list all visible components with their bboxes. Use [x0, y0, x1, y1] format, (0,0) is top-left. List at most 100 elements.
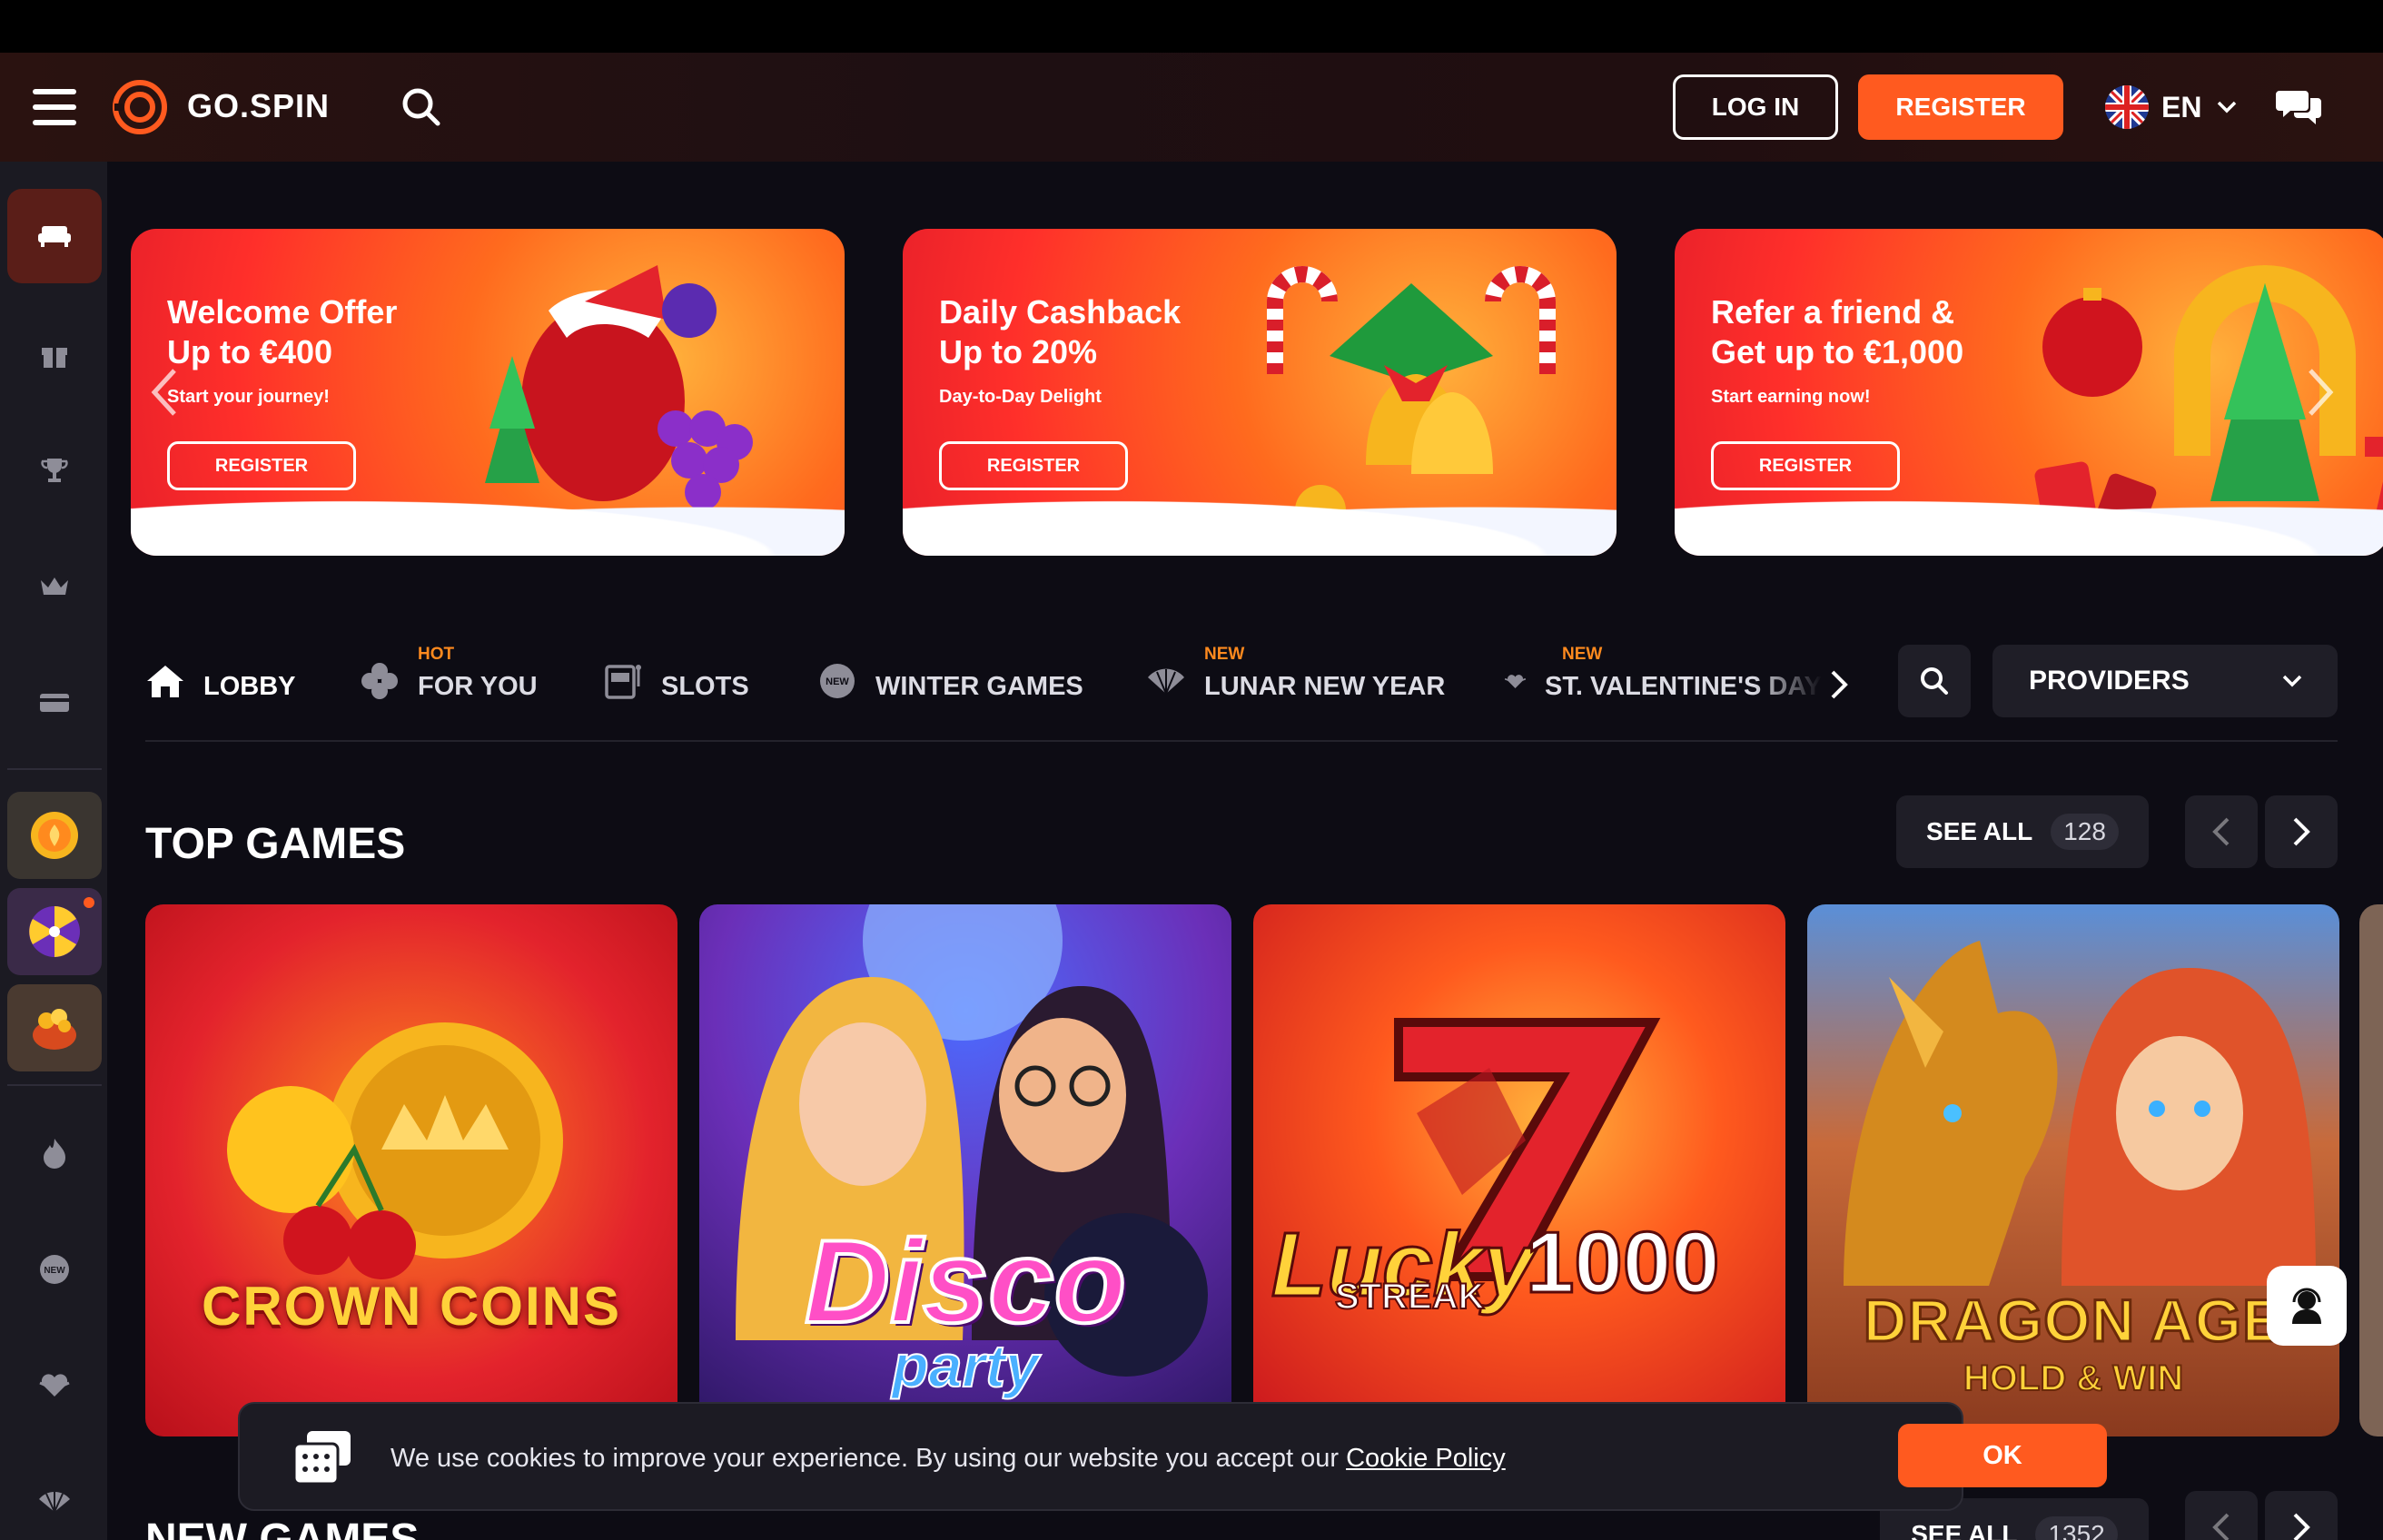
tab-st-valentines-day[interactable]: NEW ST. VALENTINE'S DAY: [1504, 645, 1822, 717]
notification-dot: [84, 897, 94, 908]
tab-slots[interactable]: SLOTS: [603, 645, 749, 717]
chevron-right-icon[interactable]: [2301, 365, 2338, 420]
chevron-left-icon: [2212, 1513, 2230, 1540]
cookie-policy-link[interactable]: Cookie Policy: [1346, 1444, 1506, 1473]
chevron-down-icon: [2218, 101, 2237, 114]
sidebar-item-coin-promo[interactable]: [7, 792, 102, 879]
slot-machine-icon: [605, 665, 641, 699]
sidebar-item-payments[interactable]: [7, 656, 102, 750]
next-button[interactable]: [2265, 1491, 2338, 1540]
tab-for-you[interactable]: HOT FOR YOU: [360, 645, 538, 717]
banner-register-button[interactable]: REGISTER: [939, 441, 1128, 490]
sidebar-divider: [7, 1084, 102, 1086]
promo-banner-refer[interactable]: Refer a friend & Get up to €1,000 Start e…: [1675, 229, 2383, 556]
cookie-ok-button[interactable]: OK: [1898, 1424, 2107, 1487]
chevron-down-icon: [2282, 675, 2302, 687]
sidebar-item-tournaments[interactable]: [7, 423, 102, 518]
support-button[interactable]: [2267, 1266, 2347, 1346]
tab-lunar-new-year[interactable]: NEW LUNAR NEW YEAR: [1146, 645, 1445, 717]
game-card[interactable]: CROWN COINS: [145, 904, 677, 1436]
svg-text:NEW: NEW: [826, 676, 849, 687]
game-title: CROWN COINS: [202, 1276, 621, 1337]
sidebar-item-valentines[interactable]: [7, 1338, 102, 1433]
search-icon: [1921, 667, 1948, 695]
tag-hot: HOT: [418, 645, 455, 664]
sidebar-item-vip[interactable]: [7, 539, 102, 634]
prev-button[interactable]: [2185, 1491, 2258, 1540]
game-tagline: STREAK: [1334, 1276, 1485, 1318]
cookie-text: We use cookies to improve your experienc…: [391, 1444, 1506, 1473]
game-card[interactable]: Lucky 1000 STREAK: [1253, 904, 1785, 1436]
game-card[interactable]: Disco party: [699, 904, 1231, 1436]
banner-subtitle: Day-to-Day Delight: [939, 387, 1102, 407]
sidebar-item-hot[interactable]: [7, 1106, 102, 1200]
game-card-peek[interactable]: [2359, 904, 2383, 1436]
new-icon: NEW: [40, 1255, 69, 1284]
section-title-new-games: NEW GAMES: [145, 1515, 420, 1540]
promo-banner-welcome[interactable]: Welcome Offer Up to €400 Start your journ…: [131, 229, 845, 556]
sidebar-item-lunar[interactable]: [7, 1455, 102, 1540]
heart-icon: [39, 1374, 70, 1397]
menu-icon[interactable]: [33, 89, 76, 125]
chevron-left-icon[interactable]: [147, 365, 183, 420]
section-title-top-games: TOP GAMES: [145, 820, 406, 868]
providers-dropdown[interactable]: PROVIDERS: [1992, 645, 2338, 717]
sidebar: NEW: [0, 162, 107, 1540]
snow-decoration: [131, 492, 845, 556]
coin-promo-icon: [31, 812, 78, 859]
search-icon[interactable]: [398, 84, 445, 131]
game-subtitle: HOLD & WIN: [1963, 1357, 2184, 1399]
login-button[interactable]: LOG IN: [1673, 74, 1838, 140]
game-card[interactable]: DRAGON AGE HOLD & WIN: [1807, 904, 2339, 1436]
sidebar-item-treasure-promo[interactable]: [7, 984, 102, 1071]
fire-icon: [44, 1139, 65, 1169]
register-button[interactable]: REGISTER: [1858, 74, 2063, 140]
see-all-top-games-button[interactable]: SEE ALL 128: [1896, 795, 2149, 868]
crown-icon: [41, 578, 68, 595]
language-code: EN: [2161, 90, 2202, 123]
game-title: DRAGON AGE: [1862, 1286, 2284, 1355]
dragon-age-art: [1844, 941, 2316, 1286]
chevron-right-icon[interactable]: [1825, 666, 1853, 703]
language-selector[interactable]: EN: [2105, 85, 2240, 129]
hearts-icon: [1504, 675, 1527, 688]
game-title: Disco: [803, 1213, 1128, 1349]
new-badge-icon: NEW: [820, 664, 855, 698]
banner-register-button[interactable]: REGISTER: [1711, 441, 1900, 490]
sidebar-item-lobby[interactable]: [7, 189, 102, 283]
providers-label: PROVIDERS: [2029, 666, 2190, 696]
banner-title: Daily Cashback Up to 20%: [939, 293, 1182, 370]
gift-icon: [42, 348, 67, 368]
chat-icon[interactable]: [2274, 82, 2325, 133]
chevron-right-icon: [2293, 1513, 2310, 1540]
snow-decoration: [1675, 492, 2383, 556]
banner-subtitle: Start earning now!: [1711, 387, 1871, 407]
fan-icon: [1148, 668, 1184, 695]
device-status-bar: [0, 0, 2383, 53]
next-button[interactable]: [2265, 795, 2338, 868]
fan-icon: [39, 1491, 70, 1513]
banner-subtitle: Start your journey!: [167, 387, 330, 407]
crown-coins-art: [227, 1022, 563, 1279]
tab-winter-games[interactable]: NEW WINTER GAMES: [817, 645, 1083, 717]
card-icon: [40, 694, 69, 712]
svg-text:NEW: NEW: [44, 1266, 65, 1276]
sidebar-item-new[interactable]: NEW: [7, 1222, 102, 1317]
promo-banner-cashback[interactable]: Daily Cashback Up to 20% Day-to-Day Delig…: [903, 229, 1617, 556]
divider: [145, 740, 2338, 742]
chevron-left-icon: [2212, 817, 2230, 846]
treasure-promo-icon: [33, 1009, 76, 1050]
prev-button[interactable]: [2185, 795, 2258, 868]
game-count-badge: 128: [2051, 814, 2119, 850]
chevron-right-icon: [2293, 817, 2310, 846]
banner-title: Refer a friend & Get up to €1,000: [1711, 293, 1964, 370]
home-icon: [147, 666, 183, 697]
logo-text[interactable]: GO.SPIN: [187, 87, 330, 125]
sidebar-item-promotions[interactable]: [7, 307, 102, 401]
sidebar-item-wheel-promo[interactable]: [7, 888, 102, 975]
banner-register-button[interactable]: REGISTER: [167, 441, 356, 490]
game-search-button[interactable]: [1898, 645, 1971, 717]
banner-title: Welcome Offer Up to €400: [167, 293, 398, 370]
support-agent-icon: [2292, 1288, 2321, 1324]
tab-lobby[interactable]: LOBBY: [145, 645, 296, 717]
